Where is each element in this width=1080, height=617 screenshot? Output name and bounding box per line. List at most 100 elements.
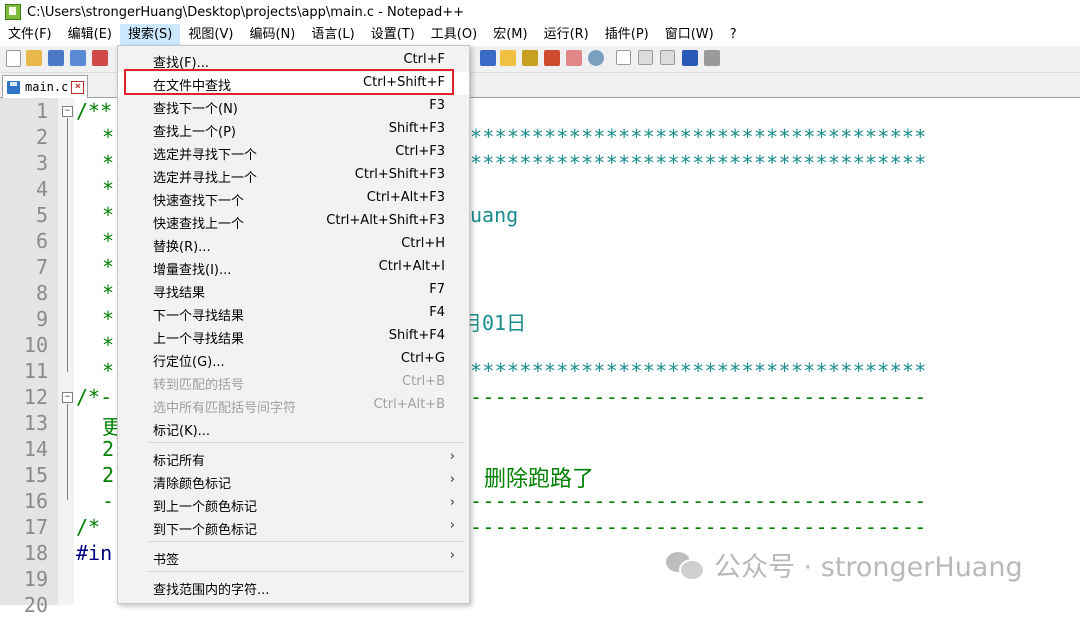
submenu-arrow-icon: › <box>449 449 455 464</box>
tab-close-icon[interactable]: × <box>71 80 85 94</box>
menu-item-find-next[interactable]: 查找下一个(N) F3 <box>118 95 469 118</box>
code-text: 2 <box>102 463 115 487</box>
code-text: * <box>102 255 115 279</box>
save-icon[interactable] <box>48 50 64 66</box>
menu-item-find-chars-in-range[interactable]: 查找范围内的字符... <box>118 576 469 599</box>
menu-item-shortcut: Ctrl+Shift+F3 <box>354 167 445 182</box>
menu-settings[interactable]: 设置(T) <box>363 24 423 46</box>
menu-item-label: 行定位(G)... <box>153 355 225 370</box>
menu-item-find-previous[interactable]: 查找上一个(P) Shift+F3 <box>118 118 469 141</box>
menu-tools[interactable]: 工具(O) <box>423 24 485 46</box>
menu-item-label: 替换(R)... <box>153 240 211 255</box>
fold-line <box>67 404 68 500</box>
menu-edit[interactable]: 编辑(E) <box>60 24 120 46</box>
menu-item-select-find-previous[interactable]: 选定并寻找上一个 Ctrl+Shift+F3 <box>118 164 469 187</box>
menu-item-jump-down-style[interactable]: 到下一个颜色标记 › <box>118 516 469 539</box>
menu-item-goto-line[interactable]: 行定位(G)... Ctrl+G <box>118 348 469 371</box>
menu-item-shortcut: Shift+F4 <box>388 328 445 343</box>
menu-item-volatile-find-next[interactable]: 快速查找下一个 Ctrl+Alt+F3 <box>118 187 469 210</box>
menu-item-shortcut: F7 <box>429 282 445 297</box>
word-wrap-icon[interactable] <box>480 50 496 66</box>
code-text: 2 <box>102 437 115 461</box>
line-number: 9 <box>35 307 48 331</box>
new-file-icon[interactable] <box>6 50 21 67</box>
run-multiple-icon[interactable] <box>682 50 698 66</box>
line-number: 3 <box>35 151 48 175</box>
menu-item-shortcut: Ctrl+G <box>400 351 445 366</box>
fold-toggle-icon[interactable]: − <box>62 106 73 117</box>
menu-window[interactable]: 窗口(W) <box>657 24 722 46</box>
menu-item-label: 快速查找上一个 <box>153 217 245 232</box>
tab-main-c[interactable]: main.c × <box>2 75 88 98</box>
menu-item-clear-style[interactable]: 清除颜色标记 › <box>118 470 469 493</box>
doc-map-icon[interactable] <box>566 50 582 66</box>
menu-item-mark-all[interactable]: 标记所有 › <box>118 447 469 470</box>
menu-item-shortcut: Ctrl+Alt+Shift+F3 <box>326 213 445 228</box>
menu-help[interactable]: ? <box>722 24 745 46</box>
tab-label: main.c <box>25 80 69 94</box>
menu-item-label: 下一个寻找结果 <box>153 309 245 324</box>
line-number: 6 <box>35 229 48 253</box>
code-text: 月01日 <box>462 311 527 335</box>
menu-item-label: 到下一个颜色标记 <box>153 523 258 538</box>
menu-language[interactable]: 语言(L) <box>303 24 362 46</box>
menu-item-mark[interactable]: 标记(K)... <box>118 417 469 440</box>
menu-item-label: 清除颜色标记 <box>153 477 232 492</box>
code-text: /*- <box>76 385 113 409</box>
menu-item-label: 查找下一个(N) <box>153 102 238 117</box>
eye-icon[interactable] <box>588 50 604 66</box>
indent-guide-icon[interactable] <box>522 50 538 66</box>
close-icon[interactable] <box>92 50 108 66</box>
menu-item-search-results[interactable]: 寻找结果 F7 <box>118 279 469 302</box>
code-text: ************************************* <box>470 359 927 383</box>
line-number: 4 <box>35 177 48 201</box>
menu-item-label: 标记(K)... <box>153 424 211 439</box>
fold-line <box>67 118 68 372</box>
code-text: * <box>102 151 115 175</box>
code-text: * <box>102 307 115 331</box>
menu-view[interactable]: 视图(V) <box>180 24 241 46</box>
menu-item-shortcut: Ctrl+B <box>402 374 445 389</box>
menu-item-next-search-result[interactable]: 下一个寻找结果 F4 <box>118 302 469 325</box>
menu-item-jump-up-style[interactable]: 到上一个颜色标记 › <box>118 493 469 516</box>
menu-item-bookmark[interactable]: 书签 › <box>118 546 469 569</box>
line-number-gutter: 1 2 3 4 5 6 7 8 9 10 11 12 13 14 15 16 1… <box>0 98 58 617</box>
user-language-icon[interactable] <box>544 50 560 66</box>
open-file-icon[interactable] <box>26 50 42 66</box>
menu-bar: 文件(F) 编辑(E) 搜索(S) 视图(V) 编码(N) 语言(L) 设置(T… <box>0 24 1080 46</box>
fold-toggle-icon[interactable]: − <box>62 392 73 403</box>
menu-item-incremental-search[interactable]: 增量查找(I)... Ctrl+Alt+I <box>118 256 469 279</box>
menu-item-shortcut: Ctrl+Alt+B <box>373 397 445 412</box>
stop-macro-icon[interactable] <box>638 50 653 65</box>
menu-item-label: 寻找结果 <box>153 286 206 301</box>
menu-item-select-find-next[interactable]: 选定并寻找下一个 Ctrl+F3 <box>118 141 469 164</box>
menu-item-shortcut: Ctrl+Alt+F3 <box>366 190 445 205</box>
line-number: 17 <box>23 515 48 539</box>
menu-item-replace[interactable]: 替换(R)... Ctrl+H <box>118 233 469 256</box>
menu-macro[interactable]: 宏(M) <box>485 24 535 46</box>
menu-item-shortcut: Shift+F3 <box>388 121 445 136</box>
menu-item-shortcut: F3 <box>429 98 445 113</box>
record-macro-icon[interactable] <box>616 50 631 65</box>
save-all-icon[interactable] <box>70 50 86 66</box>
menu-item-shortcut: Ctrl+H <box>401 236 445 251</box>
menu-separator <box>148 541 464 542</box>
show-symbols-icon[interactable] <box>500 50 516 66</box>
menu-plugins[interactable]: 插件(P) <box>597 24 657 46</box>
menu-file[interactable]: 文件(F) <box>0 24 60 46</box>
menu-item-previous-search-result[interactable]: 上一个寻找结果 Shift+F4 <box>118 325 469 348</box>
menu-item-volatile-find-previous[interactable]: 快速查找上一个 Ctrl+Alt+Shift+F3 <box>118 210 469 233</box>
line-number: 15 <box>23 463 48 487</box>
save-macro-icon[interactable] <box>704 50 720 66</box>
play-macro-icon[interactable] <box>660 50 675 65</box>
wechat-icon <box>666 550 705 581</box>
code-text: - <box>102 489 115 513</box>
title-bar: C:\Users\strongerHuang\Desktop\projects\… <box>0 0 1080 24</box>
menu-encoding[interactable]: 编码(N) <box>241 24 303 46</box>
search-dropdown-menu: 查找(F)... Ctrl+F 在文件中查找 Ctrl+Shift+F 查找下一… <box>117 45 470 604</box>
line-number: 2 <box>35 125 48 149</box>
menu-run[interactable]: 运行(R) <box>536 24 597 46</box>
menu-item-label: 查找上一个(P) <box>153 125 236 140</box>
menu-item-label: 转到匹配的括号 <box>153 378 245 393</box>
menu-search[interactable]: 搜索(S) <box>119 24 181 46</box>
